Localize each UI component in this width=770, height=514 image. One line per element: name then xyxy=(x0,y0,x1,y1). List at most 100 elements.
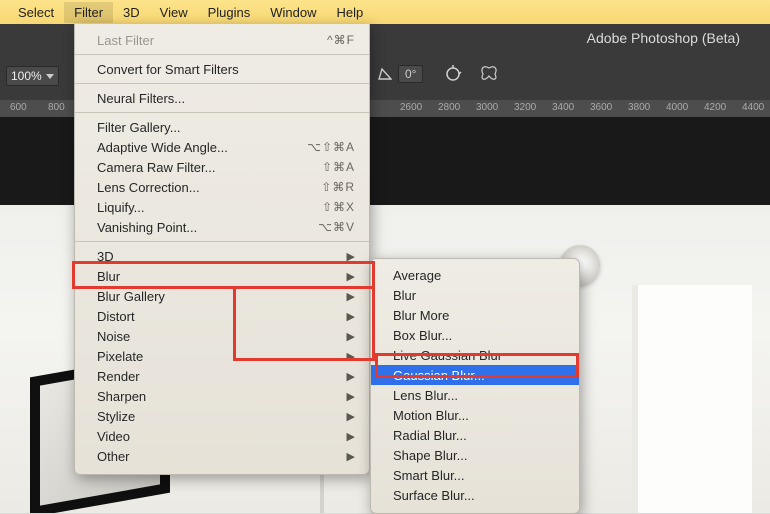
menu-item-label: Smart Blur... xyxy=(393,468,465,483)
menu-item-render[interactable]: Render▶ xyxy=(75,366,369,386)
menu-item-radial-blur[interactable]: Radial Blur... xyxy=(371,425,579,445)
menu-shortcut: ⇧⌘A xyxy=(322,160,355,174)
menu-item-other[interactable]: Other ▶ xyxy=(75,446,369,466)
menu-item-shape-blur[interactable]: Shape Blur... xyxy=(371,445,579,465)
submenu-arrow-icon: ▶ xyxy=(347,290,355,303)
menu-item-label: Live Gaussian Blur xyxy=(393,348,502,363)
menubar-item-filter[interactable]: Filter xyxy=(64,2,113,23)
ruler-tick: 3200 xyxy=(514,102,536,113)
menu-item-label: Lens Blur... xyxy=(393,388,458,403)
ruler-tick: 4200 xyxy=(704,102,726,113)
menu-shortcut: ⌥⌘V xyxy=(318,220,355,234)
ruler-tick: 4000 xyxy=(666,102,688,113)
ruler-tick: 800 xyxy=(48,102,65,113)
ruler-tick: 3600 xyxy=(590,102,612,113)
menu-item-motion-blur[interactable]: Motion Blur... xyxy=(371,405,579,425)
submenu-arrow-icon: ▶ xyxy=(347,330,355,343)
menu-item-convert-for-smart-filters[interactable]: Convert for Smart Filters xyxy=(75,59,369,79)
menu-item-label: Surface Blur... xyxy=(393,488,475,503)
menubar-item-select[interactable]: Select xyxy=(8,2,64,23)
menu-item-label: Blur xyxy=(97,269,120,284)
os-menubar: SelectFilter3DViewPluginsWindowHelp xyxy=(0,0,770,24)
menu-item-gaussian-blur[interactable]: Gaussian Blur... xyxy=(371,365,579,385)
menu-item-label: Radial Blur... xyxy=(393,428,467,443)
menubar-item-3d[interactable]: 3D xyxy=(113,2,150,23)
menu-item-label: Convert for Smart Filters xyxy=(97,62,239,77)
menu-item-label: Filter Gallery... xyxy=(97,120,181,135)
butterfly-icon[interactable] xyxy=(479,64,499,84)
menu-item-surface-blur[interactable]: Surface Blur... xyxy=(371,485,579,505)
submenu-arrow-icon: ▶ xyxy=(347,410,355,423)
submenu-arrow-icon: ▶ xyxy=(347,310,355,323)
menu-item-blur-gallery[interactable]: Blur Gallery▶ xyxy=(75,286,369,306)
menu-item-label: Neural Filters... xyxy=(97,91,185,106)
angle-field[interactable]: 0° xyxy=(398,65,423,83)
menu-item-stylize[interactable]: Stylize ▶ xyxy=(75,406,369,426)
menu-item-neural-filters[interactable]: Neural Filters... xyxy=(75,88,369,108)
menu-item-lens-blur[interactable]: Lens Blur... xyxy=(371,385,579,405)
menu-item-label: Average xyxy=(393,268,441,283)
ruler-tick: 4400 xyxy=(742,102,764,113)
menu-item-average[interactable]: Average xyxy=(371,265,579,285)
menu-item-label: Liquify... xyxy=(97,200,144,215)
menu-item-adaptive-wide-angle[interactable]: Adaptive Wide Angle...⌥⇧⌘A xyxy=(75,137,369,157)
angle-icon xyxy=(378,67,392,81)
ruler-tick: 3800 xyxy=(628,102,650,113)
menu-item-blur[interactable]: Blur xyxy=(371,285,579,305)
chevron-down-icon xyxy=(46,74,54,79)
filter-menu: Last Filter ^⌘F Convert for Smart Filters N… xyxy=(74,24,370,475)
blur-submenu: Average BlurBlur MoreBox Blur... Live Gaus… xyxy=(370,258,580,514)
menu-item-distort[interactable]: Distort ▶ xyxy=(75,306,369,326)
menu-item-vanishing-point[interactable]: Vanishing Point... ⌥⌘V xyxy=(75,217,369,237)
menu-item-lens-correction[interactable]: Lens Correction...⇧⌘R xyxy=(75,177,369,197)
menu-item-filter-gallery[interactable]: Filter Gallery... xyxy=(75,117,369,137)
menubar-item-window[interactable]: Window xyxy=(260,2,326,23)
menu-item-label: Vanishing Point... xyxy=(97,220,197,235)
menu-item-label: Gaussian Blur... xyxy=(393,368,485,383)
menu-item-label: Last Filter xyxy=(97,33,154,48)
menu-item-pixelate[interactable]: Pixelate▶ xyxy=(75,346,369,366)
menu-item-label: Shape Blur... xyxy=(393,448,467,463)
menu-item-liquify[interactable]: Liquify... ⇧⌘X xyxy=(75,197,369,217)
rotate-icon[interactable] xyxy=(443,64,463,84)
ruler-tick: 600 xyxy=(10,102,27,113)
submenu-arrow-icon: ▶ xyxy=(347,250,355,263)
menu-shortcut: ^⌘F xyxy=(327,33,355,47)
menu-item-label: 3D xyxy=(97,249,114,264)
menu-item-box-blur[interactable]: Box Blur... xyxy=(371,325,579,345)
ruler-tick: 3000 xyxy=(476,102,498,113)
menu-item-label: Stylize xyxy=(97,409,135,424)
menu-item-label: Camera Raw Filter... xyxy=(97,160,215,175)
menu-item-label: Video xyxy=(97,429,130,444)
submenu-arrow-icon: ▶ xyxy=(347,450,355,463)
menubar-item-plugins[interactable]: Plugins xyxy=(198,2,261,23)
menu-item-3d[interactable]: 3D ▶ xyxy=(75,246,369,266)
menu-item-live-gaussian-blur[interactable]: Live Gaussian Blur xyxy=(371,345,579,365)
menu-shortcut: ⇧⌘X xyxy=(322,200,355,214)
submenu-arrow-icon: ▶ xyxy=(347,270,355,283)
menu-shortcut: ⇧⌘R xyxy=(321,180,355,194)
menu-item-last-filter: Last Filter ^⌘F xyxy=(75,30,369,50)
menu-item-noise[interactable]: Noise ▶ xyxy=(75,326,369,346)
menu-item-label: Noise xyxy=(97,329,130,344)
submenu-arrow-icon: ▶ xyxy=(347,370,355,383)
menu-item-sharpen[interactable]: Sharpen▶ xyxy=(75,386,369,406)
ruler-tick: 2800 xyxy=(438,102,460,113)
menu-item-smart-blur[interactable]: Smart Blur... xyxy=(371,465,579,485)
menu-item-blur-more[interactable]: Blur More xyxy=(371,305,579,325)
menu-item-label: Pixelate xyxy=(97,349,143,364)
menu-item-camera-raw-filter[interactable]: Camera Raw Filter... ⇧⌘A xyxy=(75,157,369,177)
menubar-item-help[interactable]: Help xyxy=(327,2,374,23)
menu-item-video[interactable]: Video ▶ xyxy=(75,426,369,446)
ruler-tick: 2600 xyxy=(400,102,422,113)
menubar-item-view[interactable]: View xyxy=(150,2,198,23)
zoom-value: 100% xyxy=(11,69,42,83)
submenu-arrow-icon: ▶ xyxy=(347,430,355,443)
menu-item-label: Distort xyxy=(97,309,135,324)
menu-item-label: Other xyxy=(97,449,130,464)
window-frame xyxy=(632,285,752,513)
zoom-select[interactable]: 100% xyxy=(6,66,59,86)
menu-item-blur[interactable]: Blur ▶ xyxy=(75,266,369,286)
menu-item-label: Adaptive Wide Angle... xyxy=(97,140,228,155)
ruler-tick: 3400 xyxy=(552,102,574,113)
